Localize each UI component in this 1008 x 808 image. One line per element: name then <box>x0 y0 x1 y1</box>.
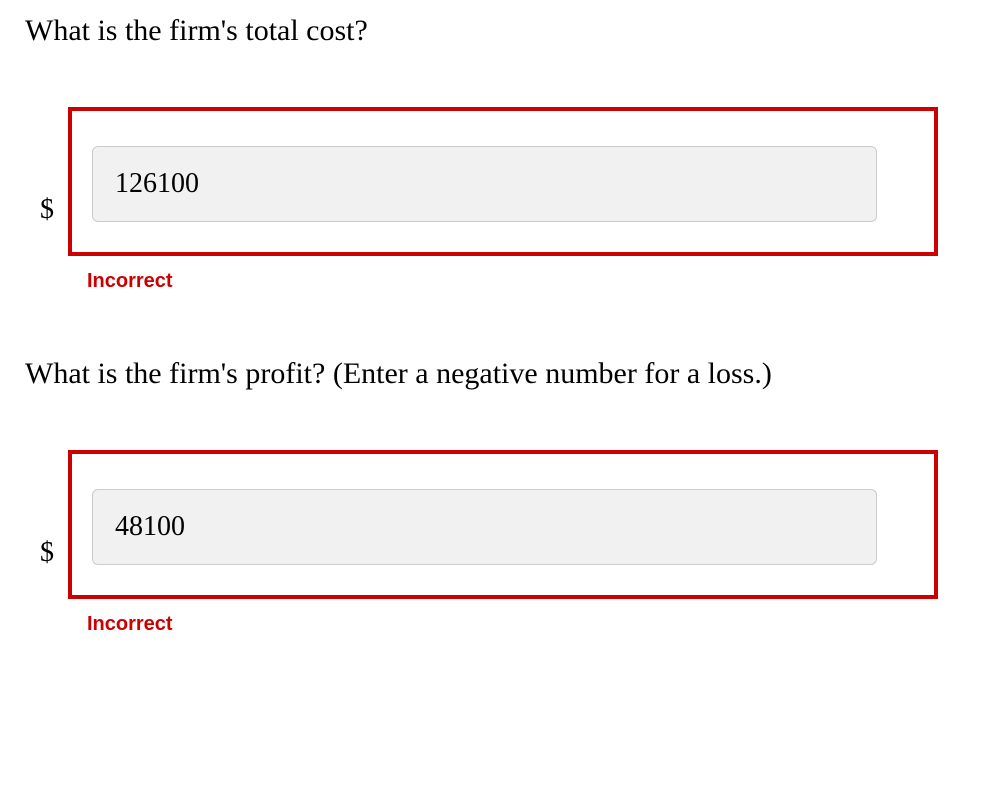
currency-symbol: $ <box>40 194 54 226</box>
total-cost-input[interactable] <box>92 146 877 222</box>
question-block-profit: What is the firm's profit? (Enter a nega… <box>25 353 983 636</box>
answer-row: $ <box>25 450 983 599</box>
question-prompt: What is the firm's profit? (Enter a nega… <box>25 353 983 395</box>
feedback-label: Incorrect <box>87 613 983 636</box>
feedback-label: Incorrect <box>87 270 983 293</box>
profit-input[interactable] <box>92 489 877 565</box>
answer-box <box>68 450 938 599</box>
answer-box <box>68 107 938 256</box>
question-block-total-cost: What is the firm's total cost? $ Incorre… <box>25 10 983 293</box>
question-prompt: What is the firm's total cost? <box>25 10 983 52</box>
currency-symbol: $ <box>40 537 54 569</box>
answer-row: $ <box>25 107 983 256</box>
